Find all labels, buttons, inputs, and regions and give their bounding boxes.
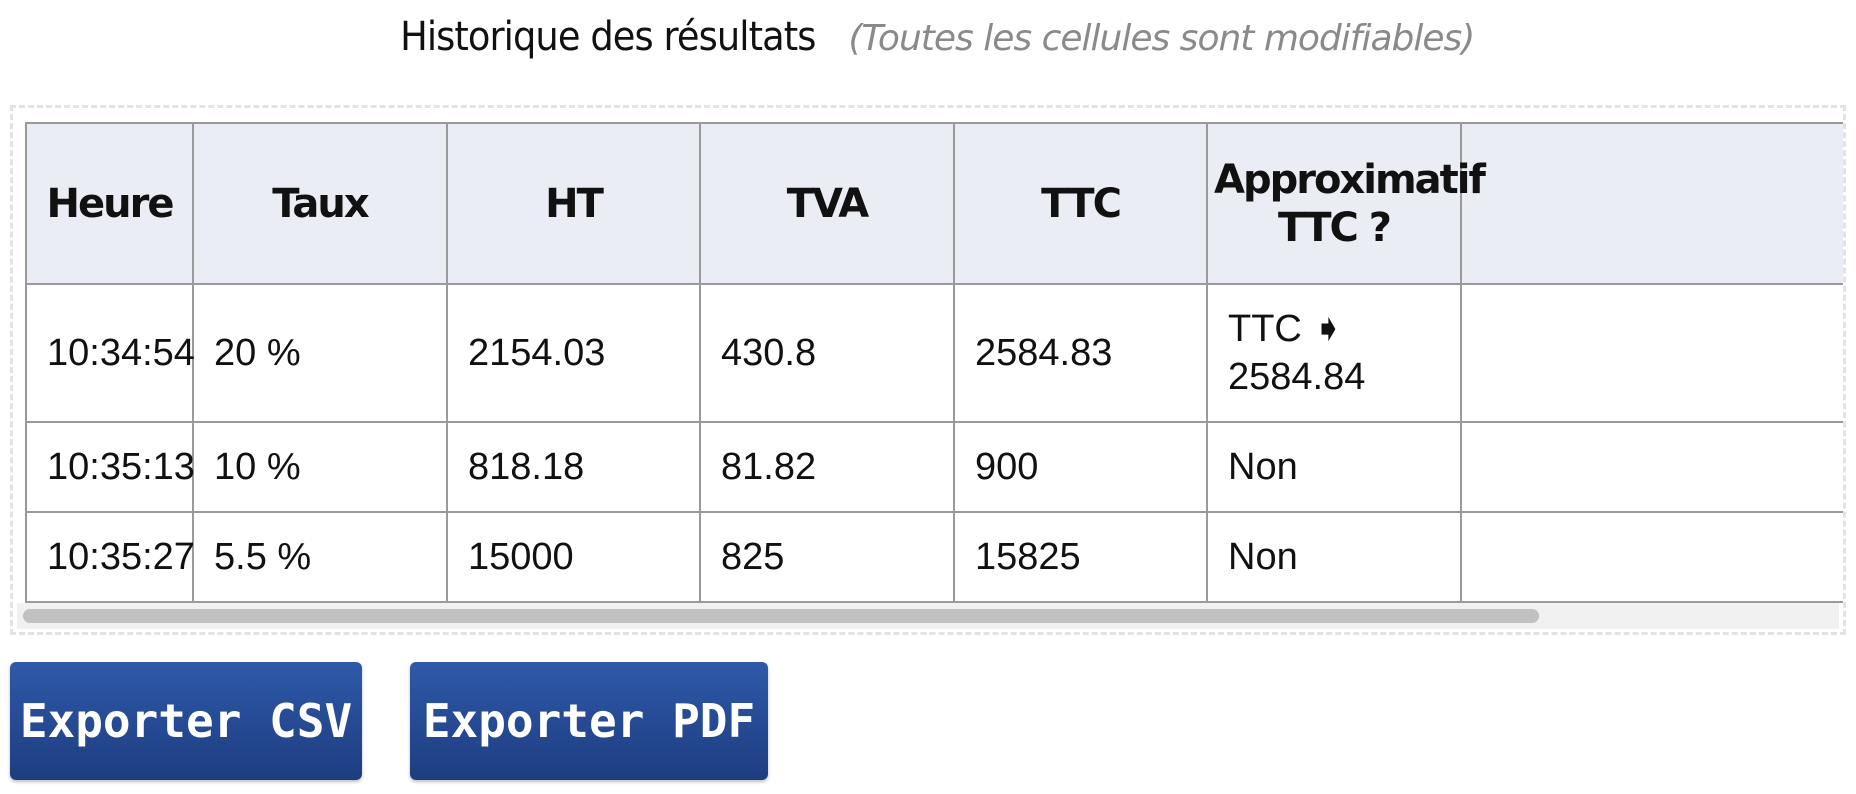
cell-extra <box>1460 283 1843 423</box>
scrollbar-thumb[interactable] <box>23 609 1539 623</box>
column-header-ttc[interactable]: TTC <box>953 122 1208 285</box>
column-header-approximatif-line1: Approximatif <box>1214 156 1486 203</box>
section-title: Historique des résultats (Toutes les cel… <box>0 14 1856 60</box>
table-header-row: Heure Taux HT TVA TTC Approximatif TTC ? <box>25 122 1843 285</box>
column-header-approximatif-line2: TTC ? <box>1278 204 1392 251</box>
cell-heure[interactable]: 10:35:27 <box>25 511 195 603</box>
table-row: 10:35:13 10 % 818.18 81.82 900 Non <box>25 421 1843 513</box>
cell-ttc[interactable]: 900 <box>953 421 1208 513</box>
column-header-taux[interactable]: Taux <box>192 122 448 285</box>
column-header-heure[interactable]: Heure <box>25 122 194 285</box>
results-table-container[interactable]: Heure Taux HT TVA TTC Approximatif TTC ?… <box>10 105 1846 635</box>
cell-ht[interactable]: 15000 <box>446 511 701 603</box>
column-header-ht[interactable]: HT <box>446 122 701 285</box>
export-csv-button[interactable]: Exporter CSV <box>10 662 362 780</box>
cell-tva[interactable]: 825 <box>699 511 955 603</box>
column-header-tva[interactable]: TVA <box>699 122 955 285</box>
results-table: Heure Taux HT TVA TTC Approximatif TTC ?… <box>25 122 1843 603</box>
cell-approximatif[interactable]: Non <box>1206 511 1462 603</box>
cell-extra <box>1460 421 1843 513</box>
column-header-approximatif[interactable]: Approximatif TTC ? <box>1206 122 1486 285</box>
table-row: 10:35:27 5.5 % 15000 825 15825 Non <box>25 511 1843 603</box>
cell-tva[interactable]: 430.8 <box>699 283 955 423</box>
table-row: 10:34:54 20 % 2154.03 430.8 2584.83 TTC … <box>25 283 1843 423</box>
cell-taux[interactable]: 20 % <box>192 283 448 423</box>
cell-ttc[interactable]: 2584.83 <box>953 283 1208 423</box>
cell-ht[interactable]: 818.18 <box>446 421 701 513</box>
editable-note: (Toutes les cellules sont modifiables) <box>848 18 1475 59</box>
cell-approximatif[interactable]: Non <box>1206 421 1462 513</box>
cell-approximatif[interactable]: TTC ➧ 2584.84 <box>1206 283 1462 423</box>
page-title: Historique des résultats <box>399 14 816 60</box>
cell-taux[interactable]: 5.5 % <box>192 511 448 603</box>
cell-heure[interactable]: 10:35:13 <box>25 421 195 513</box>
horizontal-scrollbar[interactable] <box>17 603 1839 629</box>
cell-extra <box>1460 511 1843 603</box>
cell-approximatif-line1: TTC ➧ <box>1228 308 1345 350</box>
column-header-extra <box>1460 122 1843 285</box>
cell-tva[interactable]: 81.82 <box>699 421 955 513</box>
cell-ttc[interactable]: 15825 <box>953 511 1208 603</box>
cell-approximatif-line2: 2584.84 <box>1228 356 1366 398</box>
cell-taux[interactable]: 10 % <box>192 421 448 513</box>
cell-heure[interactable]: 10:34:54 <box>25 283 195 423</box>
export-pdf-button[interactable]: Exporter PDF <box>410 662 768 780</box>
cell-ht[interactable]: 2154.03 <box>446 283 701 423</box>
